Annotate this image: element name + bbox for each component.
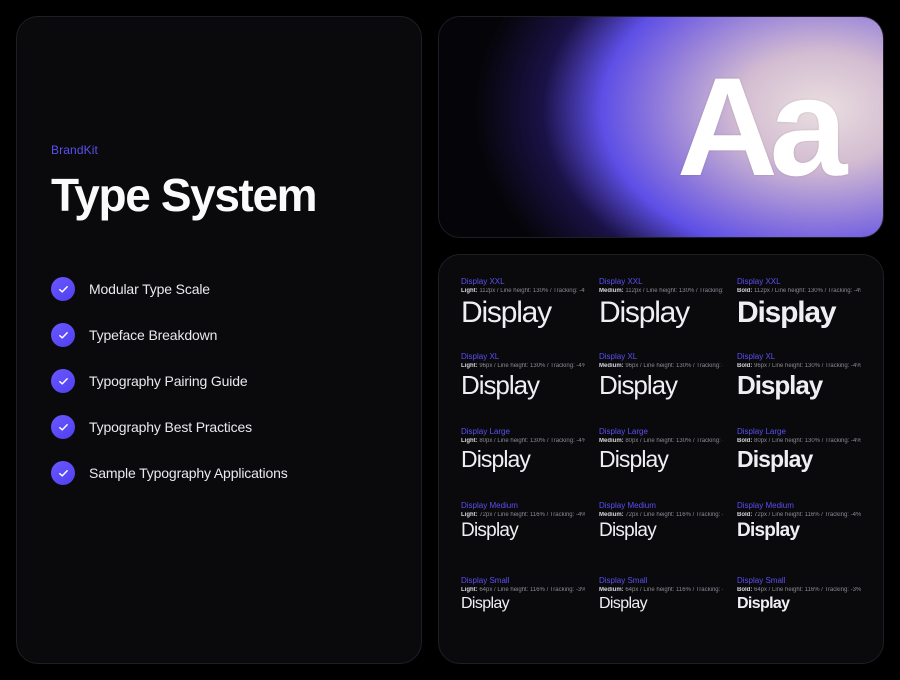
type-scale-sample: Display: [599, 447, 723, 471]
type-hero-card: Aa: [438, 16, 884, 238]
kicker: BrandKit: [51, 143, 387, 157]
type-scale-spec: Light: 96px / Line height: 130% / Tracki…: [461, 363, 585, 369]
type-scale-spec: Bold: 112px / Line height: 130% / Tracki…: [737, 288, 861, 294]
feature-label: Modular Type Scale: [89, 281, 210, 297]
type-scale-name: Display XXL: [461, 277, 585, 286]
type-scale-cell: Display XL Light: 96px / Line height: 130…: [461, 352, 585, 421]
type-scale-spec: Bold: 64px / Line height: 116% / Trackin…: [737, 587, 861, 593]
type-scale-sample: Display: [737, 447, 861, 471]
hero-sample-letters: Aa: [677, 57, 839, 197]
check-icon: [51, 277, 75, 301]
check-icon: [51, 323, 75, 347]
type-scale-spec: Medium: 80px / Line height: 130% / Track…: [599, 438, 723, 444]
page-title: Type System: [51, 171, 387, 219]
feature-item: Sample Typography Applications: [51, 461, 387, 485]
type-scale-sample: Display: [461, 297, 585, 329]
type-scale-sample: Display: [599, 521, 723, 541]
type-scale-name: Display XL: [737, 352, 861, 361]
type-scale-name: Display XXL: [599, 277, 723, 286]
type-scale-spec: Light: 64px / Line height: 116% / Tracki…: [461, 587, 585, 593]
type-scale-name: Display Small: [737, 576, 861, 585]
type-scale-name: Display XL: [461, 352, 585, 361]
feature-label: Typography Pairing Guide: [89, 373, 248, 389]
type-scale-cell: Display Small Medium: 64px / Line height:…: [599, 576, 723, 645]
type-scale-spec: Medium: 72px / Line height: 116% / Track…: [599, 512, 723, 518]
type-scale-sample: Display: [737, 297, 861, 329]
intro-card: BrandKit Type System Modular Type Scale …: [16, 16, 422, 664]
type-scale-name: Display Medium: [737, 501, 861, 510]
feature-item: Typography Pairing Guide: [51, 369, 387, 393]
check-icon: [51, 461, 75, 485]
check-icon: [51, 369, 75, 393]
type-scale-name: Display Medium: [599, 501, 723, 510]
type-scale-name: Display XL: [599, 352, 723, 361]
type-scale-cell: Display Medium Bold: 72px / Line height: …: [737, 501, 861, 570]
feature-label: Sample Typography Applications: [89, 465, 288, 481]
type-scale-cell: Display XXL Light: 112px / Line height: 1…: [461, 277, 585, 346]
type-scale-spec: Medium: 96px / Line height: 130% / Track…: [599, 363, 723, 369]
type-scale-grid: Display XXL Light: 112px / Line height: 1…: [461, 277, 861, 645]
type-scale-name: Display Small: [599, 576, 723, 585]
type-scale-sample: Display: [599, 372, 723, 399]
type-scale-spec: Medium: 112px / Line height: 130% / Trac…: [599, 288, 723, 294]
feature-list: Modular Type Scale Typeface Breakdown Ty…: [51, 277, 387, 485]
type-scale-name: Display XXL: [737, 277, 861, 286]
type-scale-sample: Display: [461, 521, 585, 541]
type-scale-cell: Display Medium Medium: 72px / Line height…: [599, 501, 723, 570]
feature-label: Typeface Breakdown: [89, 327, 217, 343]
type-scale-sample: Display: [461, 596, 585, 613]
type-scale-cell: Display Large Bold: 80px / Line height: 1…: [737, 427, 861, 496]
type-scale-cell: Display Small Bold: 64px / Line height: 1…: [737, 576, 861, 645]
feature-item: Typography Best Practices: [51, 415, 387, 439]
type-scale-cell: Display Large Medium: 80px / Line height:…: [599, 427, 723, 496]
type-scale-cell: Display Large Light: 80px / Line height: …: [461, 427, 585, 496]
feature-item: Typeface Breakdown: [51, 323, 387, 347]
type-scale-spec: Light: 112px / Line height: 130% / Track…: [461, 288, 585, 294]
type-scale-sample: Display: [737, 372, 861, 399]
type-scale-card: Display XXL Light: 112px / Line height: 1…: [438, 254, 884, 664]
type-scale-name: Display Large: [461, 427, 585, 436]
type-scale-name: Display Small: [461, 576, 585, 585]
type-scale-spec: Light: 80px / Line height: 130% / Tracki…: [461, 438, 585, 444]
type-scale-cell: Display Small Light: 64px / Line height: …: [461, 576, 585, 645]
type-scale-sample: Display: [737, 596, 861, 613]
check-icon: [51, 415, 75, 439]
type-scale-sample: Display: [599, 596, 723, 613]
type-scale-cell: Display XXL Medium: 112px / Line height: …: [599, 277, 723, 346]
type-scale-spec: Bold: 96px / Line height: 130% / Trackin…: [737, 363, 861, 369]
type-scale-cell: Display XXL Bold: 112px / Line height: 13…: [737, 277, 861, 346]
type-scale-spec: Light: 72px / Line height: 116% / Tracki…: [461, 512, 585, 518]
type-scale-sample: Display: [461, 447, 585, 471]
type-scale-name: Display Large: [737, 427, 861, 436]
type-scale-sample: Display: [461, 372, 585, 399]
type-scale-spec: Bold: 72px / Line height: 116% / Trackin…: [737, 512, 861, 518]
feature-label: Typography Best Practices: [89, 419, 252, 435]
type-scale-spec: Medium: 64px / Line height: 116% / Track…: [599, 587, 723, 593]
type-scale-cell: Display XL Bold: 96px / Line height: 130%…: [737, 352, 861, 421]
type-scale-name: Display Medium: [461, 501, 585, 510]
type-scale-cell: Display XL Medium: 96px / Line height: 13…: [599, 352, 723, 421]
type-scale-cell: Display Medium Light: 72px / Line height:…: [461, 501, 585, 570]
type-scale-name: Display Large: [599, 427, 723, 436]
type-scale-spec: Bold: 80px / Line height: 130% / Trackin…: [737, 438, 861, 444]
feature-item: Modular Type Scale: [51, 277, 387, 301]
type-scale-sample: Display: [599, 297, 723, 329]
type-scale-sample: Display: [737, 521, 861, 541]
